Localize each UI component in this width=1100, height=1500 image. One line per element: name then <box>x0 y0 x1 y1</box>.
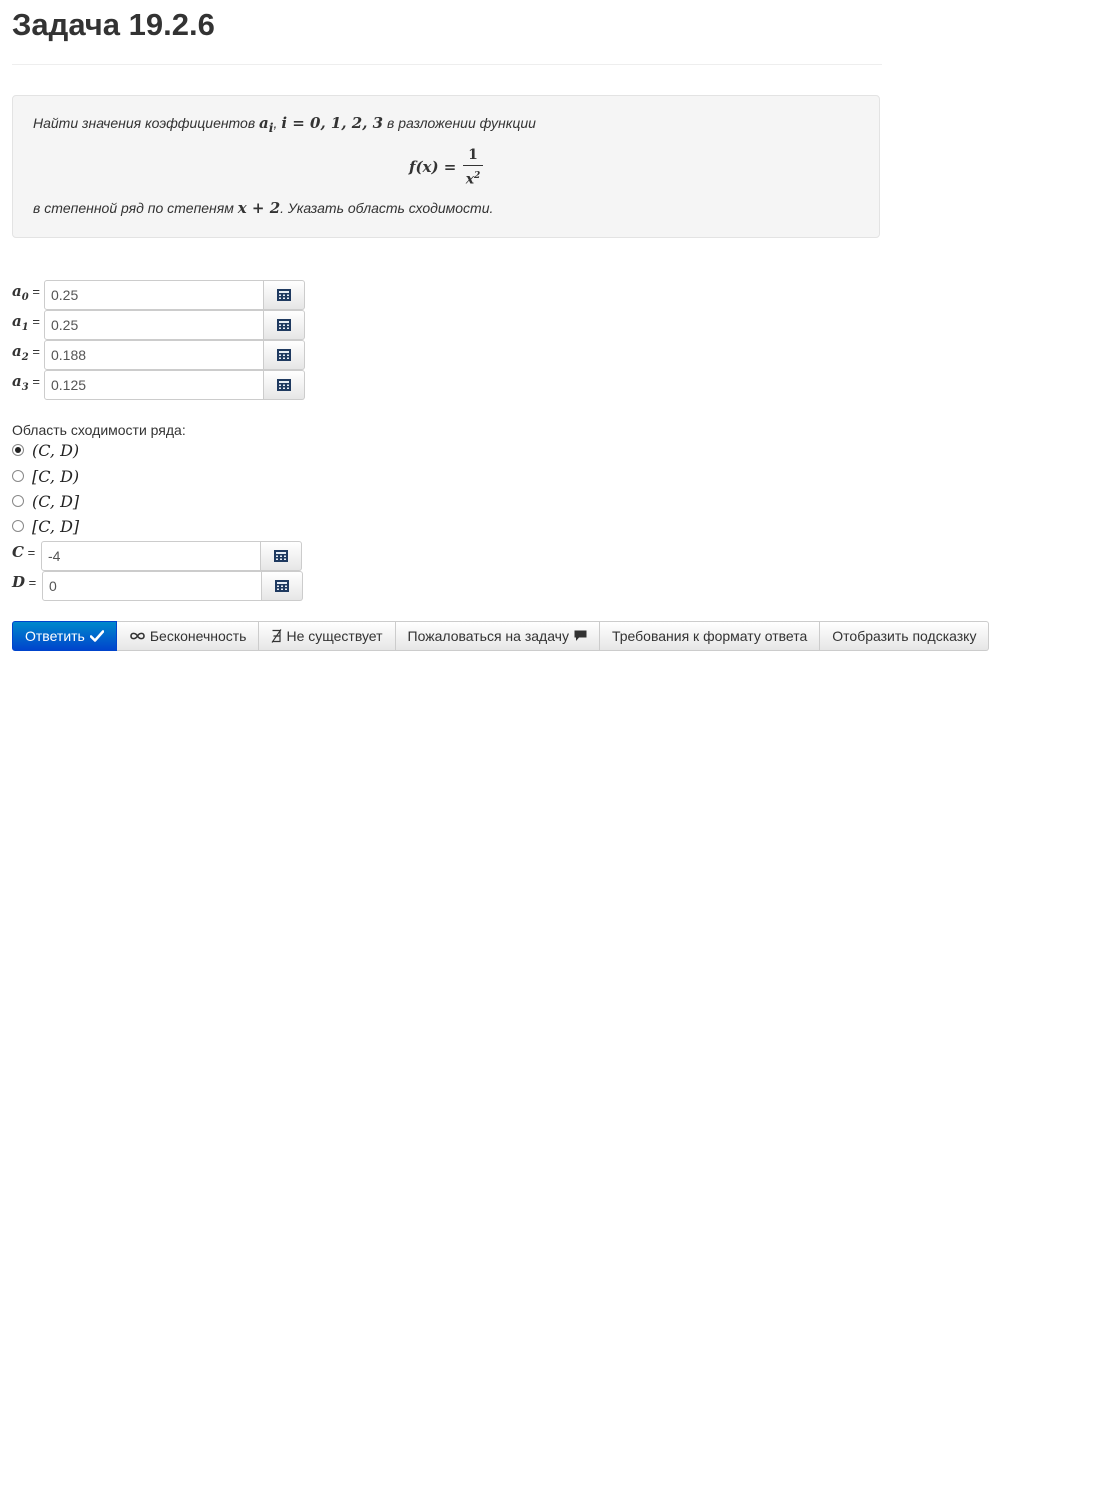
problem-statement: Найти значения коэффициентов ai, i = 0, … <box>12 95 880 238</box>
coef-label: a3 = <box>12 372 40 393</box>
problem-line-3: в степенной ряд по степеням x + 2. Указа… <box>33 199 494 217</box>
coef-label: a0 = <box>12 282 40 303</box>
not-exists-icon <box>271 629 282 643</box>
bound-label: C = <box>12 543 36 561</box>
infinity-button[interactable]: Бесконечность <box>116 621 260 651</box>
convergence-label: Область сходимости ряда: <box>12 422 186 438</box>
report-problem-button[interactable]: Пожаловаться на задачу <box>395 621 600 651</box>
coef-a0-input[interactable] <box>44 280 264 310</box>
bound-c-input[interactable] <box>41 541 261 571</box>
coef-a2-input[interactable] <box>44 340 264 370</box>
coef-label: a1 = <box>12 312 40 333</box>
calculator-button[interactable] <box>264 340 305 370</box>
page-title: Задача 19.2.6 <box>12 0 882 65</box>
fraction: 1 x2 <box>463 146 483 188</box>
not-exists-button[interactable]: Не существует <box>259 621 396 651</box>
problem-line-1: Найти значения коэффициентов ai, i = 0, … <box>33 114 536 135</box>
answer-button[interactable]: Ответить <box>12 621 117 651</box>
math-ai: ai <box>259 114 274 135</box>
math-x-plus-2: x + 2 <box>237 199 281 217</box>
radio-closed-open[interactable]: [C, D) <box>12 464 79 488</box>
calculator-button[interactable] <box>264 280 305 310</box>
math-i-list: i = 0, 1, 2, 3 <box>281 114 384 132</box>
coef-a1-input[interactable] <box>44 310 264 340</box>
radio-button[interactable] <box>12 495 24 507</box>
calculator-button[interactable] <box>264 310 305 340</box>
answer-format-button[interactable]: Требования к формату ответа <box>599 621 821 651</box>
radio-button[interactable] <box>12 444 24 456</box>
calculator-icon <box>277 289 291 301</box>
calculator-icon <box>277 379 291 391</box>
bound-d-input[interactable] <box>42 571 262 601</box>
page: Задача 19.2.6 Найти значения коэффициент… <box>12 0 1100 651</box>
calculator-button[interactable] <box>262 571 303 601</box>
radio-button[interactable] <box>12 520 24 532</box>
radio-button[interactable] <box>12 470 24 482</box>
infinity-icon <box>129 631 146 641</box>
radio-open-open[interactable]: (C, D) <box>12 438 79 462</box>
action-toolbar: Ответить Бесконечность Не существует Пож… <box>12 621 990 651</box>
calculator-button[interactable] <box>261 541 302 571</box>
calculator-icon <box>277 319 291 331</box>
radio-open-closed[interactable]: (C, D] <box>12 489 79 513</box>
radio-closed-closed[interactable]: [C, D] <box>12 514 79 538</box>
calculator-button[interactable] <box>264 370 305 400</box>
comment-icon <box>574 630 587 642</box>
check-icon <box>89 630 104 642</box>
calculator-icon <box>277 349 291 361</box>
calculator-icon <box>275 580 289 592</box>
bound-label: D = <box>12 573 37 591</box>
coef-label: a2 = <box>12 342 40 363</box>
show-hint-button[interactable]: Отобразить подсказку <box>820 621 990 651</box>
coef-a3-input[interactable] <box>44 370 264 400</box>
function-formula: f(x) = 1 x2 <box>409 146 499 190</box>
calculator-icon <box>274 550 288 562</box>
